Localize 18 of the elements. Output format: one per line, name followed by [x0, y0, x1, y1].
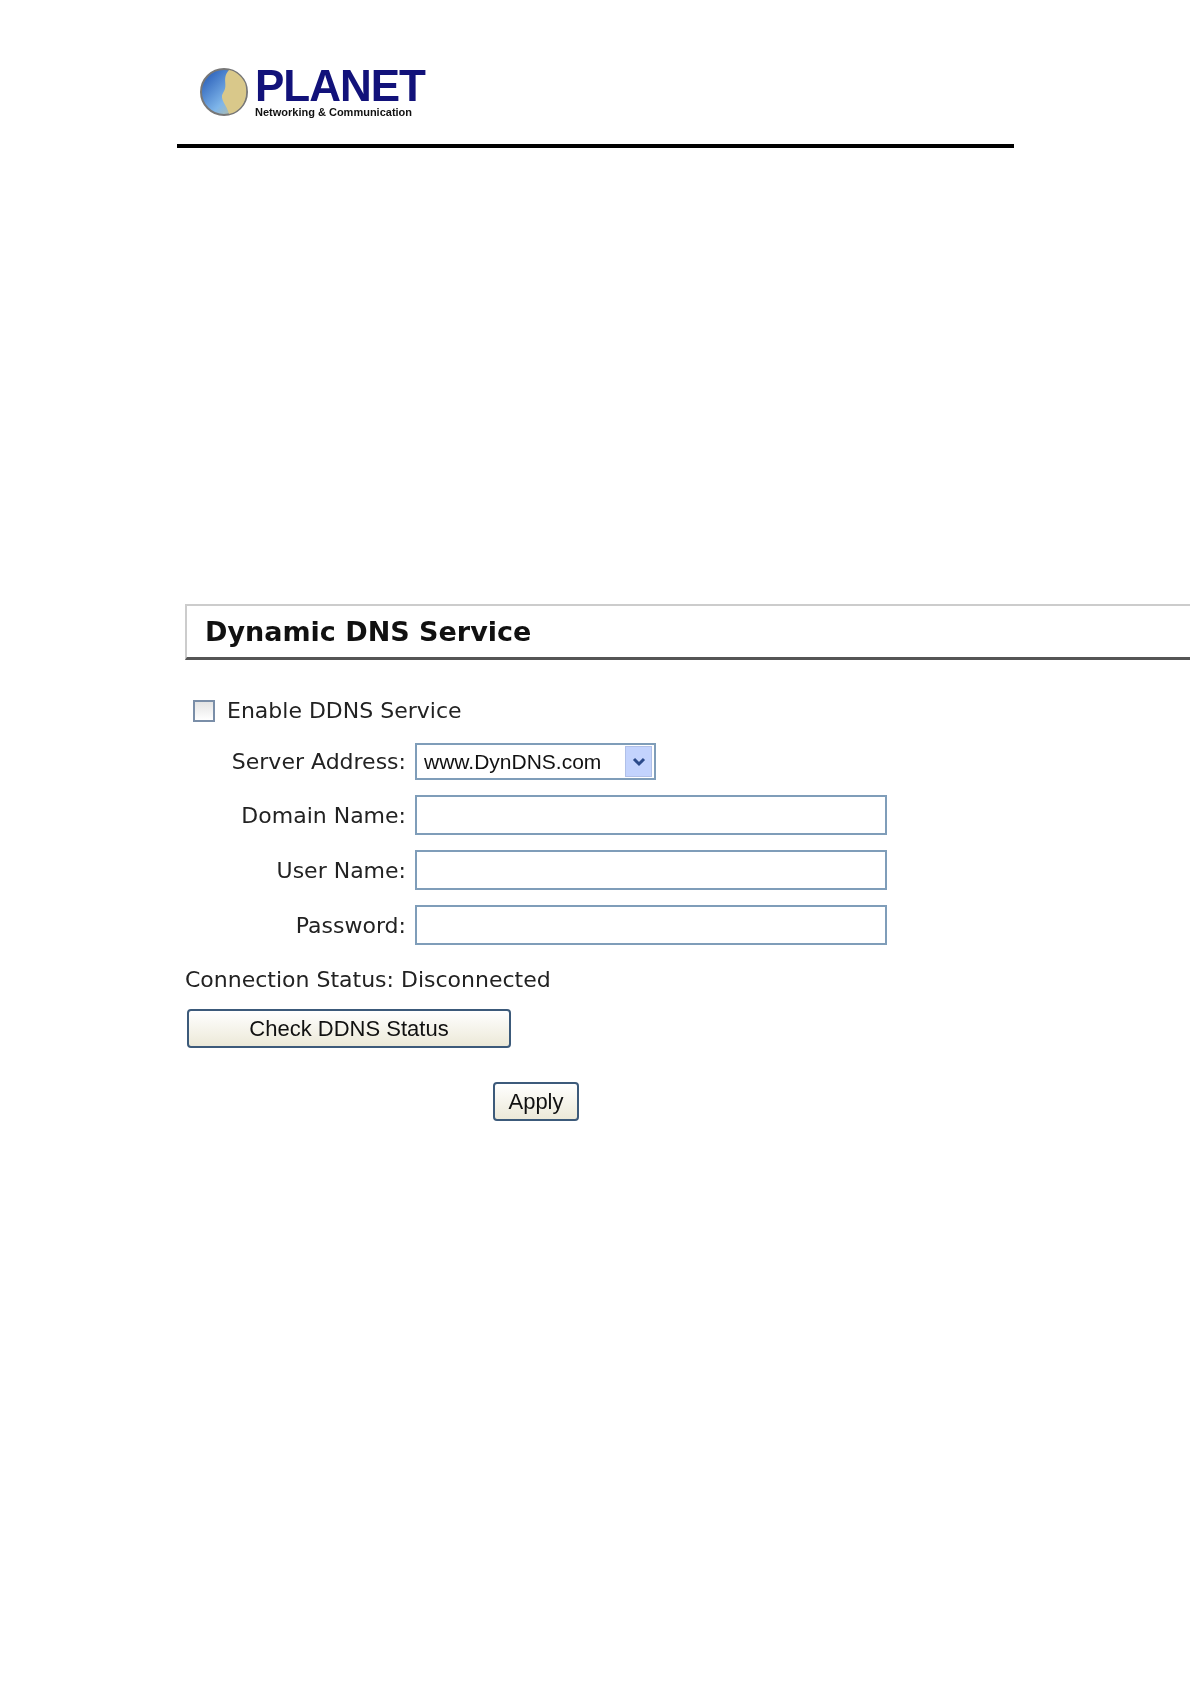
check-status-button[interactable]: Check DDNS Status — [187, 1009, 511, 1048]
connection-status: Connection Status: Disconnected — [185, 967, 552, 992]
field-label: User Name: — [275, 857, 406, 883]
checkbox-label: Enable DDNS Service — [227, 698, 462, 723]
caret-icon — [625, 746, 652, 777]
enable-checkbox[interactable] — [193, 699, 215, 722]
apply-button[interactable]: Apply — [493, 1082, 579, 1121]
field-label: Password: — [294, 912, 406, 938]
logo-tagline: Networking & Communication — [255, 106, 414, 118]
password-field[interactable] — [415, 905, 887, 945]
section-title: Dynamic DNS Service — [185, 604, 1190, 660]
input-field[interactable] — [415, 795, 887, 835]
field-label: Domain Name: — [240, 802, 406, 828]
field-label: Server Address: — [230, 749, 406, 774]
globe-icon — [199, 67, 249, 117]
input-field[interactable] — [415, 850, 887, 890]
logo-name: PLANET — [255, 66, 425, 106]
server-address-dropdown[interactable]: www.DynDNS.com — [415, 743, 656, 780]
